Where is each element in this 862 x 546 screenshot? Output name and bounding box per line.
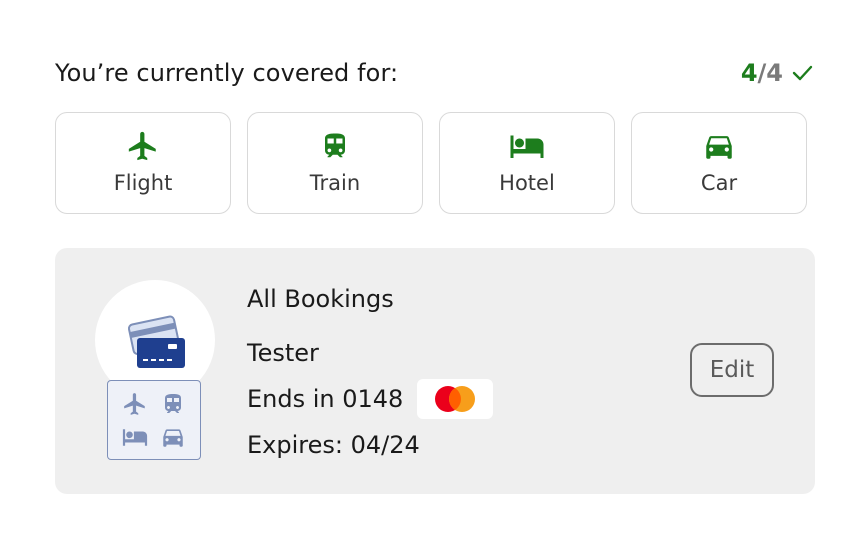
category-label: Flight	[113, 171, 173, 195]
payment-card-details: All Bookings Tester Ends in 0148 Expires…	[247, 282, 494, 468]
airplane-icon	[116, 387, 154, 420]
covered-count: 4	[740, 59, 758, 87]
edit-button[interactable]: Edit	[690, 343, 774, 397]
category-tile-car[interactable]: Car	[631, 112, 807, 214]
credit-cards-icon	[125, 314, 187, 376]
coverage-header: You’re currently covered for: 4 / 4	[55, 56, 815, 90]
category-tile-train[interactable]: Train	[247, 112, 423, 214]
category-tile-flight[interactable]: Flight	[55, 112, 231, 214]
airplane-icon	[126, 129, 160, 163]
payment-card-panel: All Bookings Tester Ends in 0148 Expires…	[55, 248, 815, 494]
category-tile-hotel[interactable]: Hotel	[439, 112, 615, 214]
bed-icon	[508, 129, 546, 163]
count-separator: /	[757, 59, 767, 87]
card-expiry: Expires: 04/24	[247, 431, 420, 459]
coverage-count: 4 / 4	[741, 59, 813, 87]
check-icon	[791, 64, 813, 82]
mastercard-logo	[417, 379, 494, 419]
booking-scope: All Bookings	[247, 285, 394, 313]
car-icon	[702, 129, 736, 163]
card-ends-in: Ends in 0148	[247, 385, 404, 413]
train-icon	[154, 387, 192, 420]
category-label: Train	[309, 171, 361, 195]
category-label: Car	[700, 171, 738, 195]
category-label: Hotel	[499, 171, 555, 195]
coverage-title: You’re currently covered for:	[55, 59, 399, 87]
car-icon	[154, 420, 192, 453]
card-number-row: Ends in 0148	[247, 376, 494, 422]
bed-icon	[116, 420, 154, 453]
train-icon	[320, 129, 350, 163]
card-holder: Tester	[247, 339, 319, 367]
total-count: 4	[766, 59, 783, 87]
covered-modes-box	[107, 380, 201, 460]
coverage-categories: Flight Train Hotel Car	[55, 112, 807, 214]
